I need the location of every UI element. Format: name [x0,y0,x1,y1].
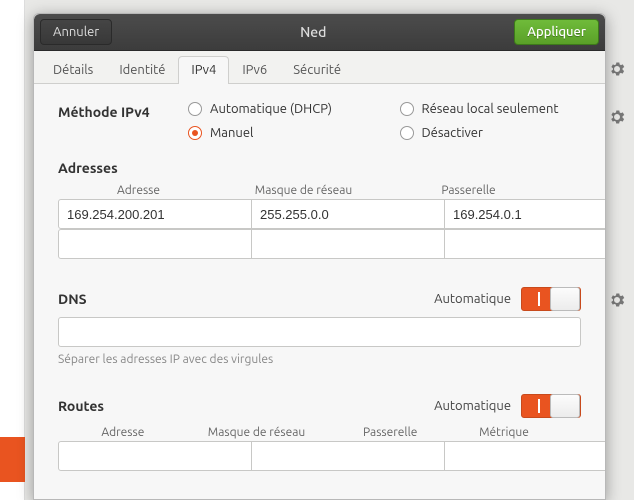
routes-heading: Routes [58,398,104,414]
address-input-1[interactable] [58,229,252,259]
cancel-button[interactable]: Annuler [40,19,112,45]
gateway-input-1[interactable] [444,229,605,259]
radio-auto-dhcp[interactable]: Automatique (DHCP) [188,102,370,116]
dns-input[interactable] [58,317,581,347]
route-netmask-0[interactable] [251,441,445,471]
ipv4-method-label: Méthode IPv4 [58,102,188,120]
titlebar: Annuler Ned Appliquer [34,14,605,51]
network-settings-dialog: Annuler Ned Appliquer Détails Identité I… [33,13,606,500]
col-netmask: Masque de réseau [223,184,384,197]
radio-link-local[interactable]: Réseau local seulement [400,102,582,116]
address-input-0[interactable] [58,199,252,229]
tab-ipv4[interactable]: IPv4 [178,56,229,84]
tab-strip: Détails Identité IPv4 IPv6 Sécurité [34,51,605,84]
tab-identity[interactable]: Identité [106,56,178,84]
col-address: Adresse [58,426,188,439]
apply-button[interactable]: Appliquer [514,19,599,45]
route-address-0[interactable] [58,441,252,471]
netmask-input-1[interactable] [251,229,445,259]
gear-icon[interactable] [608,291,626,309]
dialog-title: Ned [300,24,326,40]
col-gateway: Passerelle [325,426,455,439]
dns-hint: Séparer les adresses IP avec des virgule… [58,353,581,366]
netmask-input-0[interactable] [251,199,445,229]
tab-ipv6[interactable]: IPv6 [229,56,280,84]
routes-auto-label: Automatique [434,399,511,413]
col-address: Adresse [58,184,219,197]
gear-icon[interactable] [608,108,626,126]
route-gateway-0[interactable] [444,441,605,471]
tab-details[interactable]: Détails [40,56,106,84]
gateway-input-0[interactable] [444,199,605,229]
ipv4-panel: Méthode IPv4 Automatique (DHCP) Réseau l… [34,84,605,499]
dns-auto-toggle[interactable] [521,287,581,311]
radio-disable[interactable]: Désactiver [400,126,582,140]
dns-heading: DNS [58,291,87,307]
col-metric: Métrique [459,426,549,439]
radio-manual[interactable]: Manuel [188,126,370,140]
tab-security[interactable]: Sécurité [280,56,354,84]
col-netmask: Masque de réseau [192,426,322,439]
addresses-heading: Adresses [58,160,581,176]
routes-auto-toggle[interactable] [521,394,581,418]
dns-auto-label: Automatique [434,292,511,306]
col-gateway: Passerelle [388,184,549,197]
gear-icon[interactable] [608,60,626,78]
